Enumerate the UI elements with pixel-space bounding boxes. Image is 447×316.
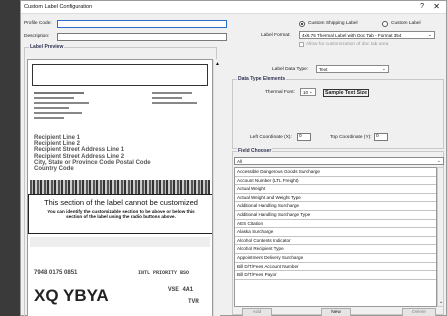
tracking-number: 7948 0175 0851	[34, 270, 78, 276]
list-item[interactable]: Actual Weight and Weight Type	[235, 194, 436, 203]
field-list[interactable]: Accessible Dangerous Goods Surcharge Acc…	[234, 167, 437, 307]
left-coordinate-label: Left Coordinate (X):	[250, 135, 292, 140]
notice-body: You can identify the customizable sectio…	[47, 209, 195, 220]
close-icon[interactable]: ✕	[433, 2, 440, 11]
list-item[interactable]: Bill D/T/Fees Payor	[235, 271, 436, 280]
non-customizable-notice: This section of the label cannot be cust…	[28, 194, 212, 234]
routing-code: XQ YBYA	[34, 286, 109, 305]
field-filter-select[interactable]: All ⌄	[234, 157, 444, 165]
recipient-line: Country Code	[34, 166, 74, 173]
help-icon[interactable]: ?	[420, 3, 424, 10]
list-item[interactable]: Accessible Dangerous Goods Surcharge	[235, 168, 436, 177]
data-type-select[interactable]: Text ⌄	[316, 65, 389, 73]
list-item[interactable]: Additional Handling Surcharge Type	[235, 211, 436, 220]
list-item[interactable]: Alaska Surcharge	[235, 228, 436, 237]
list-item[interactable]: Bill D/T/Fees Account Number	[235, 263, 436, 272]
sender-block	[32, 90, 208, 130]
top-coordinate-input[interactable]: 0	[374, 133, 388, 141]
field-list-scrollbar[interactable]: ⌄	[437, 167, 444, 307]
top-coordinate-label: Top Coordinate (Y):	[330, 135, 372, 140]
tvr-code: TVR	[188, 298, 199, 305]
profile-code-input[interactable]	[57, 20, 227, 28]
delete-button[interactable]: Delete	[402, 308, 436, 316]
custom-label-radio[interactable]	[382, 21, 388, 27]
chevron-down-icon: ⌄	[427, 32, 432, 38]
custom-shipping-label: Custom Shipping Label	[308, 21, 358, 26]
custom-label-text: Custom Label	[391, 21, 421, 26]
title-bar: Custom Label Configuration ? ✕	[21, 1, 446, 14]
chevron-down-icon: ⌄	[381, 66, 386, 72]
chevron-down-icon: ⌄	[436, 158, 441, 164]
list-item[interactable]: Additional Handling Surcharge	[235, 202, 436, 211]
service-type: INTL PRIORITY BSO	[138, 270, 190, 276]
profile-code-label: Profile Code:	[24, 21, 52, 26]
list-item[interactable]: Appointment Delivery Surcharge	[235, 254, 436, 263]
data-type-elements-title: Data Type Elements	[237, 76, 287, 82]
list-item[interactable]: AES Citation	[235, 220, 436, 229]
allow-doc-tab-label: Allow for customization of doc tab area	[306, 42, 389, 47]
allow-doc-tab-checkbox[interactable]	[299, 42, 304, 47]
label-top-box	[32, 64, 208, 86]
data-type-label: Label Data Type:	[272, 67, 309, 72]
notice-title: This section of the label cannot be cust…	[44, 198, 198, 207]
label-format-label: Label Format:	[261, 33, 291, 38]
label-preview[interactable]: Recipient Line 1 Recipient Line 2 Recipi…	[27, 59, 213, 316]
scroll-down-icon[interactable]: ⌄	[439, 299, 443, 305]
recipient-block: Recipient Line 1 Recipient Line 2 Recipi…	[34, 135, 151, 172]
list-item[interactable]: Alcohol Contents Indicator	[235, 237, 436, 246]
label-preview-title: Label Preview	[29, 44, 65, 50]
thermal-font-label: Thermal Font:	[265, 90, 295, 95]
list-item[interactable]: Alcohol Recipient Type	[235, 245, 436, 254]
custom-label-dialog: Custom Label Configuration ? ✕ Profile C…	[20, 0, 447, 316]
new-button[interactable]: New	[321, 308, 351, 316]
preview-scrollbar[interactable]: ▲	[213, 59, 220, 316]
description-label: Description:	[24, 34, 50, 39]
description-input[interactable]	[57, 33, 227, 41]
left-coordinate-input[interactable]: 0	[297, 133, 311, 141]
field-chooser-title: Field Chooser	[237, 148, 273, 154]
list-item[interactable]: Actual Weight	[235, 185, 436, 194]
dialog-title: Custom Label Configuration	[24, 4, 93, 10]
list-item[interactable]: Account Number (LTL Freight)	[235, 177, 436, 186]
scroll-up-icon[interactable]: ▲	[215, 61, 220, 67]
label-format-select[interactable]: 4x6.75 Thermal Label with Doc Tab - Form…	[299, 31, 435, 39]
sample-text-size: Sample Text Size	[323, 89, 369, 97]
separator-band	[30, 237, 210, 247]
add-button[interactable]: Add	[242, 308, 272, 316]
chevron-down-icon: ⌄	[308, 89, 313, 95]
custom-shipping-radio[interactable]	[299, 21, 305, 27]
thermal-font-select[interactable]: 10 ⌄	[300, 88, 316, 96]
ursa-code: VSE 4A1	[168, 286, 194, 293]
